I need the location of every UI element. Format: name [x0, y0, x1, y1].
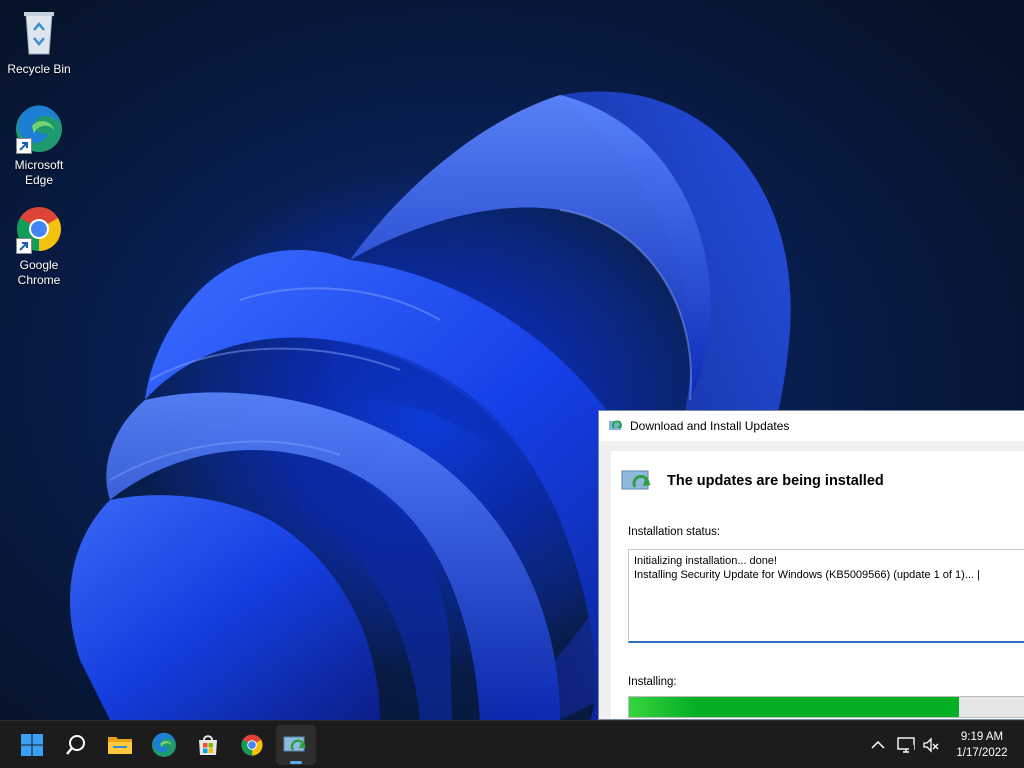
network-icon: [897, 737, 915, 753]
installation-status-box[interactable]: Initializing installation... done! Insta…: [628, 549, 1024, 643]
network-button[interactable]: [896, 735, 916, 755]
desktop-icon-label: Recycle Bin: [7, 62, 71, 76]
dialog-titlebar[interactable]: Download and Install Updates: [599, 411, 1024, 441]
show-hidden-icons-button[interactable]: [868, 735, 888, 755]
windows-update-button[interactable]: [276, 725, 316, 765]
desktop-icon-recycle-bin[interactable]: Recycle Bin: [1, 8, 77, 77]
store-button[interactable]: [188, 725, 228, 765]
clock-date: 1/17/2022: [956, 747, 1008, 759]
progress-label: Installing:: [628, 676, 677, 688]
desktop-icon-google-chrome[interactable]: Google Chrome: [1, 204, 77, 288]
clock-time: 9:19 AM: [960, 731, 1004, 743]
shortcut-arrow-icon: [16, 238, 32, 254]
file-explorer-icon: [108, 737, 132, 754]
progress-fill: [629, 697, 960, 717]
windows-update-icon: [283, 736, 306, 752]
chevron-up-icon: [871, 740, 885, 749]
dialog-title: Download and Install Updates: [630, 419, 790, 433]
chrome-icon: [14, 204, 64, 254]
heading-row: The updates are being installed: [621, 467, 884, 495]
desktop-icon-microsoft-edge[interactable]: Microsoft Edge: [1, 104, 77, 188]
dialog-content: The updates are being installed Installa…: [611, 451, 1024, 719]
file-explorer-button[interactable]: [100, 725, 140, 765]
start-button[interactable]: [12, 725, 52, 765]
desktop-icon-label: Microsoft Edge: [14, 158, 64, 187]
status-line: Installing Security Update for Windows (…: [634, 569, 980, 581]
volume-muted-icon: [923, 737, 939, 753]
taskbar-clock[interactable]: 9:19 AM 1/17/2022: [944, 729, 1020, 761]
desktop-icon-label: Google Chrome: [17, 258, 61, 287]
shortcut-arrow-icon: [16, 138, 32, 154]
taskbar: 9:19 AM 1/17/2022: [0, 720, 1024, 768]
recycle-bin-icon: [14, 8, 64, 58]
windows-update-icon: [621, 470, 651, 490]
search-button[interactable]: [56, 725, 96, 765]
windows-start-icon: [21, 734, 43, 756]
dialog-heading: The updates are being installed: [667, 473, 884, 489]
edge-button[interactable]: [144, 725, 184, 765]
windows-update-icon: [609, 420, 622, 430]
edge-icon: [152, 732, 176, 757]
chrome-icon: [241, 734, 263, 756]
chrome-button[interactable]: [232, 725, 272, 765]
status-label: Installation status:: [628, 526, 721, 538]
install-progress-bar: [628, 696, 1024, 718]
store-icon: [199, 735, 217, 755]
search-icon: [66, 735, 85, 755]
edge-icon: [14, 104, 64, 154]
desktop: Recycle Bin Microsoft Edge Google Chrome…: [0, 0, 1024, 720]
volume-button[interactable]: [921, 735, 941, 755]
active-indicator: [290, 761, 302, 764]
update-dialog: Download and Install Updates The updates…: [598, 410, 1024, 720]
status-line: Initializing installation... done!: [634, 555, 778, 567]
